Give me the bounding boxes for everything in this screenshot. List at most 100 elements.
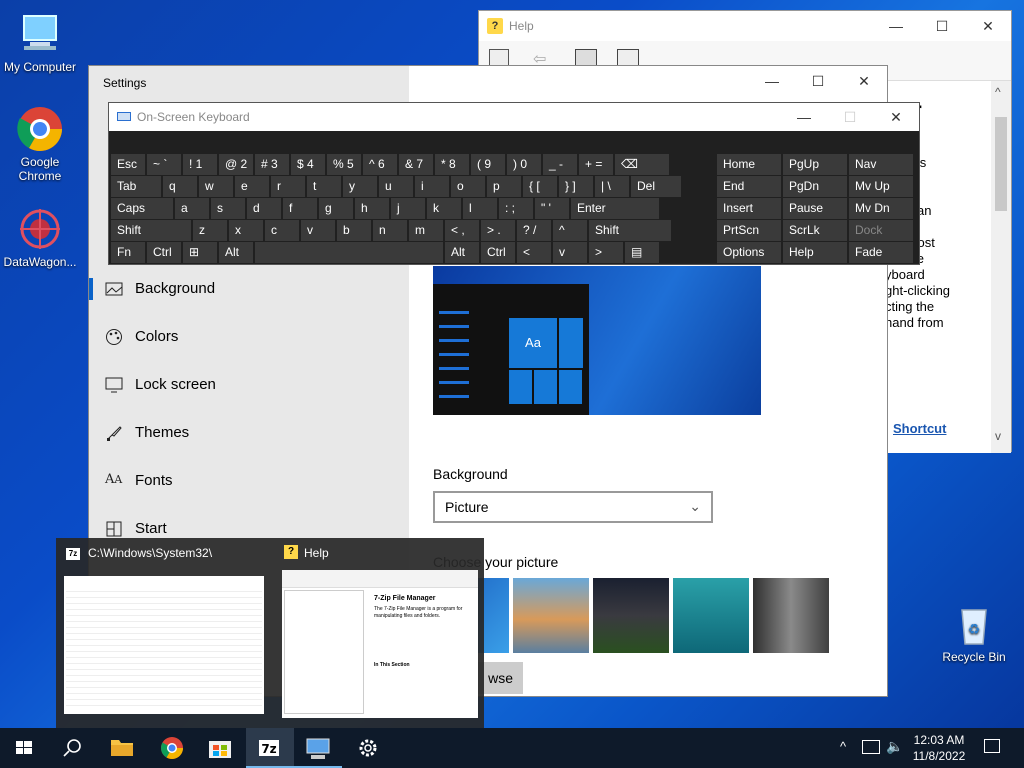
osk-key[interactable]: + = (579, 154, 613, 175)
osk-key[interactable]: $ 4 (291, 154, 325, 175)
close-button[interactable]: ✕ (873, 102, 919, 132)
osk-key[interactable]: s (211, 198, 245, 219)
preview-item-explorer[interactable]: 7z C:\Windows\System32\ (56, 538, 276, 728)
osk-key[interactable]: & 7 (399, 154, 433, 175)
osk-key[interactable]: ^ 6 (363, 154, 397, 175)
minimize-button[interactable]: — (873, 11, 919, 41)
nav-item-lock-screen[interactable]: Lock screen (89, 362, 409, 410)
nav-item-colors[interactable]: Colors (89, 314, 409, 362)
osk-key[interactable] (255, 242, 443, 263)
osk-key[interactable]: g (319, 198, 353, 219)
osk-key[interactable]: ) 0 (507, 154, 541, 175)
osk-key[interactable]: _ - (543, 154, 577, 175)
osk-key[interactable]: Shift (111, 220, 191, 241)
osk-key[interactable]: a (175, 198, 209, 219)
osk-key[interactable]: m (409, 220, 443, 241)
desktop-icon-recycle-bin[interactable]: ♻ Recycle Bin (934, 600, 1014, 664)
minimize-button[interactable]: — (781, 102, 827, 132)
background-select[interactable]: Picture ⌄ (433, 491, 713, 523)
taskbar-chrome[interactable] (148, 728, 196, 768)
osk-nav-key[interactable]: PrtScn (717, 220, 781, 241)
osk-key[interactable]: t (307, 176, 341, 197)
osk-key[interactable]: q (163, 176, 197, 197)
maximize-button[interactable]: ☐ (919, 11, 965, 41)
osk-key[interactable]: k (427, 198, 461, 219)
osk-nav-key[interactable]: ScrLk (783, 220, 847, 241)
osk-key[interactable]: n (373, 220, 407, 241)
osk-key[interactable]: " ' (535, 198, 569, 219)
osk-nav-key[interactable]: Mv Dn (849, 198, 913, 219)
osk-key[interactable]: ! 1 (183, 154, 217, 175)
nav-item-themes[interactable]: Themes (89, 410, 409, 458)
osk-nav-key[interactable]: Mv Up (849, 176, 913, 197)
osk-nav-key[interactable]: Options (717, 242, 781, 263)
desktop-icon-my-computer[interactable]: My Computer (0, 10, 80, 74)
preview-item-help[interactable]: ? Help 7-Zip File Manager The 7-Zip File… (278, 538, 484, 728)
osk-key[interactable]: < , (445, 220, 479, 241)
osk-key[interactable]: c (265, 220, 299, 241)
picture-thumb-5[interactable] (753, 578, 829, 653)
maximize-button[interactable]: ☐ (827, 102, 873, 132)
osk-key[interactable]: } ] (559, 176, 593, 197)
osk-key[interactable]: Del (631, 176, 681, 197)
osk-key[interactable]: Fn (111, 242, 145, 263)
volume-icon[interactable]: 🔈 (886, 738, 903, 755)
notification-icon[interactable] (984, 739, 1000, 753)
help-link-shortcut[interactable]: Shortcut (893, 421, 946, 436)
osk-key[interactable]: o (451, 176, 485, 197)
nav-item-fonts[interactable]: AA Fonts (89, 458, 409, 506)
osk-nav-key[interactable]: Insert (717, 198, 781, 219)
close-button[interactable]: ✕ (841, 66, 887, 96)
osk-key[interactable]: * 8 (435, 154, 469, 175)
osk-key[interactable]: d (247, 198, 281, 219)
chevron-up-icon[interactable]: ^ (840, 739, 846, 754)
osk-key[interactable]: l (463, 198, 497, 219)
osk-key[interactable]: Shift (589, 220, 671, 241)
osk-key[interactable]: # 3 (255, 154, 289, 175)
osk-nav-key[interactable]: PgDn (783, 176, 847, 197)
osk-key[interactable]: @ 2 (219, 154, 253, 175)
osk-key[interactable]: j (391, 198, 425, 219)
taskbar-store[interactable] (196, 728, 244, 768)
taskbar-remote-desktop[interactable] (294, 728, 342, 768)
network-icon[interactable] (862, 740, 880, 754)
taskbar-file-explorer[interactable] (98, 728, 146, 768)
osk-key[interactable]: p (487, 176, 521, 197)
osk-key[interactable]: ? / (517, 220, 551, 241)
taskbar-7zip[interactable]: 7z (246, 728, 294, 768)
osk-nav-key[interactable]: PgUp (783, 154, 847, 175)
osk-key[interactable]: z (193, 220, 227, 241)
osk-key[interactable]: Tab (111, 176, 161, 197)
osk-key[interactable]: u (379, 176, 413, 197)
osk-key[interactable]: ⌫ (615, 154, 669, 175)
search-button[interactable] (48, 728, 96, 768)
scroll-down-icon[interactable]: v (995, 429, 1001, 443)
osk-key[interactable]: Caps (111, 198, 173, 219)
osk-key[interactable]: ( 9 (471, 154, 505, 175)
osk-key[interactable]: Esc (111, 154, 145, 175)
osk-nav-key[interactable]: Dock (849, 220, 913, 241)
osk-key[interactable]: | \ (595, 176, 629, 197)
desktop-icon-datawagon[interactable]: DataWagon... (0, 205, 80, 269)
start-button[interactable] (0, 728, 48, 768)
osk-key[interactable]: v (553, 242, 587, 263)
osk-key[interactable]: Alt (219, 242, 253, 263)
osk-key[interactable]: ⊞ (183, 242, 217, 263)
osk-titlebar[interactable]: On-Screen Keyboard — ☐ ✕ (109, 103, 919, 131)
nav-item-background[interactable]: Background (89, 266, 409, 314)
osk-key[interactable]: Alt (445, 242, 479, 263)
osk-nav-key[interactable]: Pause (783, 198, 847, 219)
osk-key[interactable]: r (271, 176, 305, 197)
osk-key[interactable]: : ; (499, 198, 533, 219)
osk-key[interactable]: h (355, 198, 389, 219)
osk-nav-key[interactable]: Home (717, 154, 781, 175)
picture-thumb-4[interactable] (673, 578, 749, 653)
osk-key[interactable]: < (517, 242, 551, 263)
settings-titlebar[interactable]: Settings — ☐ ✕ (89, 66, 887, 98)
help-scrollbar[interactable]: ^ v (991, 81, 1011, 453)
osk-nav-key[interactable]: Help (783, 242, 847, 263)
picture-thumb-2[interactable] (513, 578, 589, 653)
osk-key[interactable]: b (337, 220, 371, 241)
close-button[interactable]: ✕ (965, 11, 1011, 41)
picture-thumb-3[interactable] (593, 578, 669, 653)
